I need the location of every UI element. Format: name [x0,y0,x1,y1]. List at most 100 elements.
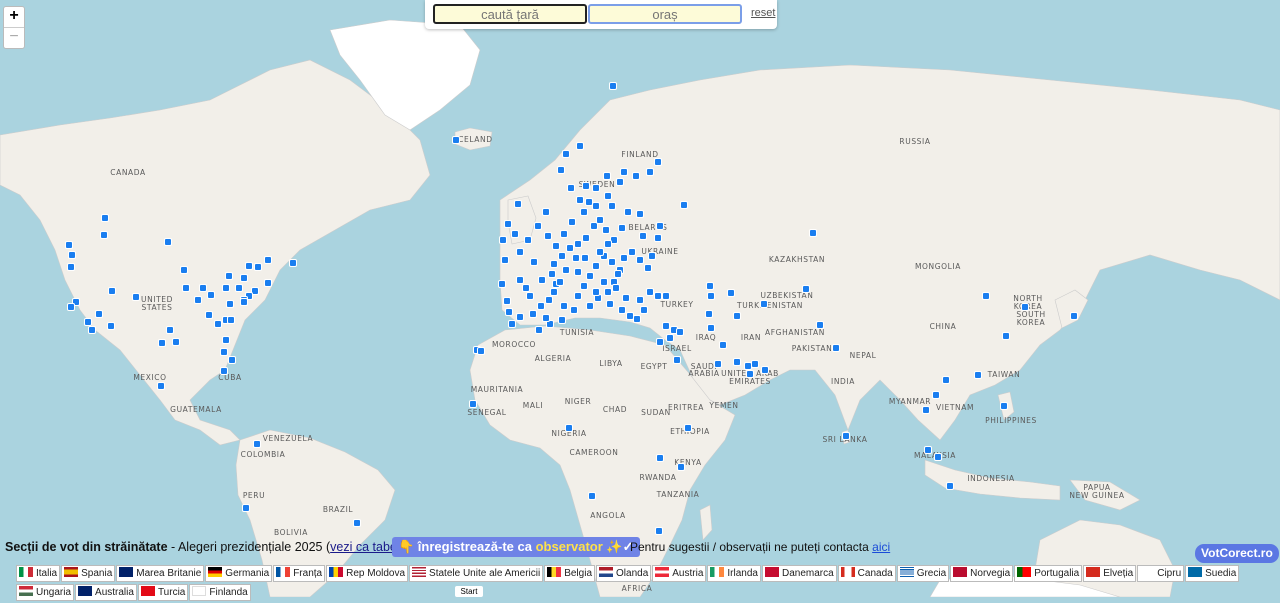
polling-station-marker[interactable] [707,292,715,300]
country-filter-dk[interactable]: Danemarca [761,565,837,582]
country-search-input[interactable] [433,4,587,24]
polling-station-marker[interactable] [655,527,663,535]
polling-station-marker[interactable] [636,210,644,218]
polling-station-marker[interactable] [180,266,188,274]
polling-station-marker[interactable] [498,280,506,288]
polling-station-marker[interactable] [560,302,568,310]
polling-station-marker[interactable] [544,232,552,240]
polling-station-marker[interactable] [714,360,722,368]
country-filter-ch[interactable]: Elveția [1083,565,1137,582]
polling-station-marker[interactable] [534,222,542,230]
polling-station-marker[interactable] [242,504,250,512]
zoom-in-button[interactable]: + [4,7,24,27]
polling-station-marker[interactable] [550,288,558,296]
polling-station-marker[interactable] [648,252,656,260]
polling-station-marker[interactable] [609,82,617,90]
polling-station-marker[interactable] [602,226,610,234]
polling-station-marker[interactable] [530,258,538,266]
polling-station-marker[interactable] [199,284,207,292]
polling-station-marker[interactable] [166,326,174,334]
polling-station-marker[interactable] [592,262,600,270]
country-filter-de[interactable]: Germania [205,565,273,582]
polling-station-marker[interactable] [108,287,116,295]
polling-station-marker[interactable] [220,348,228,356]
polling-station-marker[interactable] [705,310,713,318]
polling-station-marker[interactable] [707,324,715,332]
polling-station-marker[interactable] [932,391,940,399]
polling-station-marker[interactable] [1021,303,1029,311]
polling-station-marker[interactable] [157,382,165,390]
polling-station-marker[interactable] [1070,312,1078,320]
polling-station-marker[interactable] [662,292,670,300]
polling-station-marker[interactable] [542,208,550,216]
polling-station-marker[interactable] [574,268,582,276]
country-filter-no[interactable]: Norvegia [950,565,1014,582]
polling-station-marker[interactable] [228,356,236,364]
polling-station-marker[interactable] [616,178,624,186]
polling-station-marker[interactable] [84,318,92,326]
polling-station-marker[interactable] [65,241,73,249]
polling-station-marker[interactable] [680,201,688,209]
polling-station-marker[interactable] [254,263,262,271]
polling-station-marker[interactable] [982,292,990,300]
polling-station-marker[interactable] [706,282,714,290]
polling-station-marker[interactable] [222,336,230,344]
polling-station-marker[interactable] [225,272,233,280]
polling-station-marker[interactable] [207,291,215,299]
polling-station-marker[interactable] [654,234,662,242]
polling-station-marker[interactable] [558,252,566,260]
polling-station-marker[interactable] [662,322,670,330]
brand-badge[interactable]: VotCorect.ro [1195,544,1279,563]
polling-station-marker[interactable] [107,322,115,330]
polling-station-marker[interactable] [656,222,664,230]
polling-station-marker[interactable] [289,259,297,267]
polling-station-marker[interactable] [535,326,543,334]
polling-station-marker[interactable] [612,284,620,292]
polling-station-marker[interactable] [508,320,516,328]
polling-station-marker[interactable] [524,236,532,244]
country-filter-au[interactable]: Australia [75,584,137,601]
polling-station-marker[interactable] [505,308,513,316]
contact-link[interactable]: aici [872,540,890,554]
polling-station-marker[interactable] [562,266,570,274]
polling-station-marker[interactable] [802,285,810,293]
polling-station-marker[interactable] [614,270,622,278]
polling-station-marker[interactable] [751,360,759,368]
country-filter-ie[interactable]: Irlanda [707,565,761,582]
zoom-out-button[interactable]: − [4,27,24,48]
polling-station-marker[interactable] [580,282,588,290]
polling-station-marker[interactable] [586,272,594,280]
polling-station-marker[interactable] [264,279,272,287]
polling-station-marker[interactable] [566,244,574,252]
polling-station-marker[interactable] [581,254,589,262]
polling-station-marker[interactable] [580,208,588,216]
country-filter-us[interactable]: Statele Unite ale Americii [409,565,544,582]
polling-station-marker[interactable] [608,202,616,210]
polling-station-marker[interactable] [526,292,534,300]
polling-station-marker[interactable] [761,366,769,374]
polling-station-marker[interactable] [182,284,190,292]
polling-station-marker[interactable] [516,276,524,284]
polling-station-marker[interactable] [567,184,575,192]
polling-station-marker[interactable] [514,200,522,208]
polling-station-marker[interactable] [600,278,608,286]
polling-station-marker[interactable] [618,306,626,314]
polling-station-marker[interactable] [132,293,140,301]
polling-station-marker[interactable] [760,300,768,308]
polling-station-marker[interactable] [88,326,96,334]
polling-station-marker[interactable] [733,358,741,366]
polling-station-marker[interactable] [452,136,460,144]
polling-station-marker[interactable] [606,300,614,308]
polling-station-marker[interactable] [592,184,600,192]
polling-station-marker[interactable] [245,262,253,270]
polling-station-marker[interactable] [240,298,248,306]
polling-station-marker[interactable] [632,172,640,180]
polling-station-marker[interactable] [501,256,509,264]
polling-station-marker[interactable] [560,230,568,238]
polling-station-marker[interactable] [469,400,477,408]
city-search-input[interactable] [588,4,742,24]
country-filter-se[interactable]: Suedia [1185,565,1240,582]
polling-station-marker[interactable] [164,238,172,246]
polling-station-marker[interactable] [934,453,942,461]
polling-station-marker[interactable] [67,303,75,311]
